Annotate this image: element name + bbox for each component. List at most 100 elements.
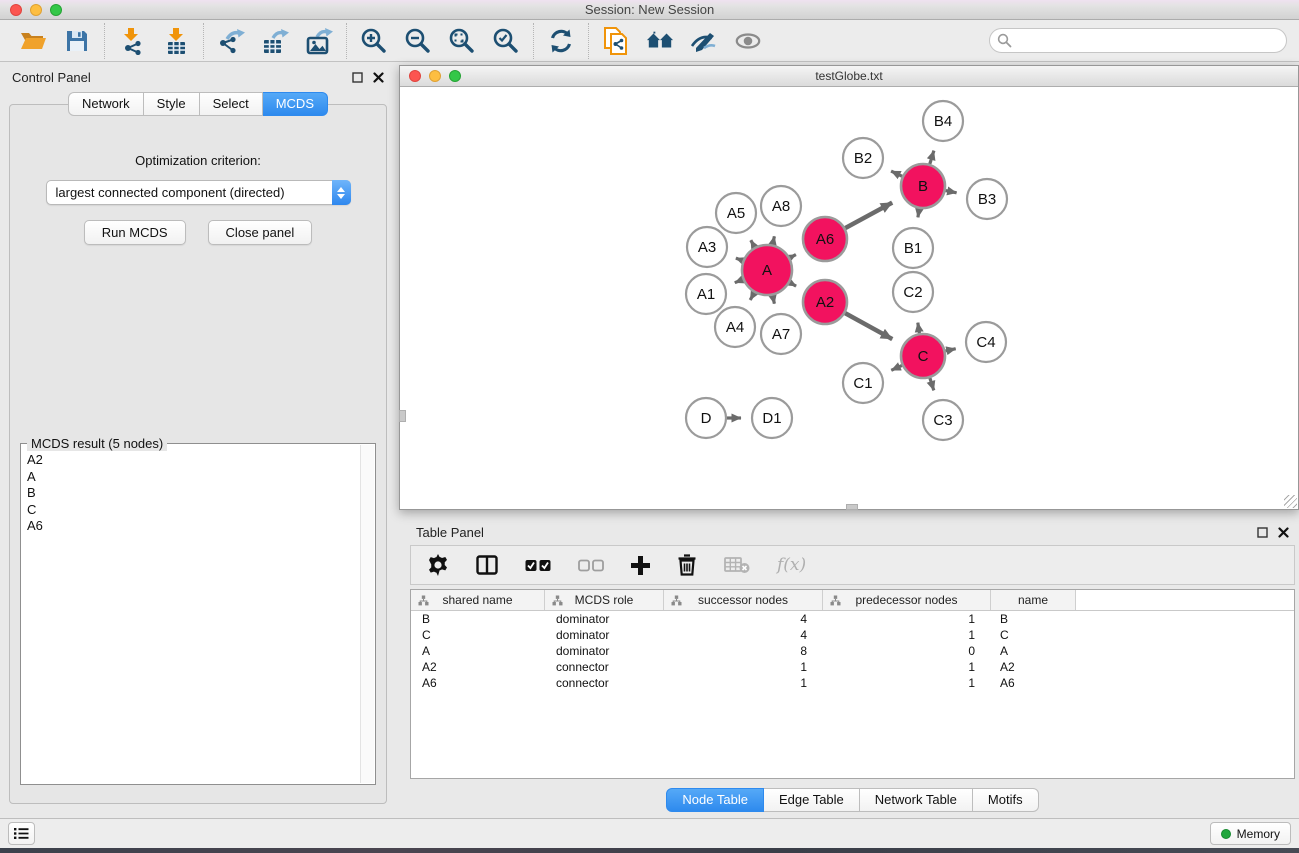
export-table-icon[interactable] bbox=[261, 27, 289, 55]
select-all-checkboxes-icon[interactable] bbox=[525, 559, 551, 572]
network-graph[interactable]: B4B2BB3A5A8A6B1A3AC2A1A2A4A7C4CC1C3DD1 bbox=[400, 87, 1298, 509]
graph-edge-C-C1[interactable] bbox=[891, 365, 902, 370]
tab-network[interactable]: Network bbox=[68, 92, 144, 116]
criterion-select[interactable]: largest connected component (directed) bbox=[46, 180, 351, 205]
graph-edge-A6-B[interactable] bbox=[845, 203, 892, 229]
zoom-in-icon[interactable] bbox=[360, 27, 388, 55]
network-minimize-button[interactable] bbox=[429, 70, 441, 82]
zoom-out-icon[interactable] bbox=[404, 27, 432, 55]
graph-node-A8[interactable]: A8 bbox=[761, 186, 801, 226]
window-edge-handle[interactable] bbox=[846, 504, 858, 510]
graph-node-C2[interactable]: C2 bbox=[893, 272, 933, 312]
graph-edge-A-A8[interactable] bbox=[773, 236, 775, 244]
table-row[interactable]: Adominator80A bbox=[411, 643, 1294, 659]
column-header-successor-nodes[interactable]: successor nodes bbox=[664, 590, 823, 610]
mcds-result-item[interactable]: A bbox=[27, 469, 373, 486]
eye-icon[interactable] bbox=[734, 27, 762, 55]
result-scrollbar[interactable] bbox=[360, 445, 374, 783]
graph-edge-A-A6[interactable] bbox=[790, 255, 796, 258]
table-row[interactable]: Bdominator41B bbox=[411, 611, 1294, 627]
graph-edge-A2-C[interactable] bbox=[845, 313, 892, 339]
graph-edge-B-B2[interactable] bbox=[891, 171, 902, 176]
graph-node-C4[interactable]: C4 bbox=[966, 322, 1006, 362]
refresh-icon[interactable] bbox=[547, 27, 575, 55]
search-input[interactable] bbox=[1016, 33, 1279, 48]
graph-edge-B-B3[interactable] bbox=[946, 191, 957, 193]
graph-edge-A-A2[interactable] bbox=[790, 283, 796, 287]
tab-network-table[interactable]: Network Table bbox=[860, 788, 973, 812]
graph-edge-A-A3[interactable] bbox=[736, 258, 743, 261]
tab-motifs[interactable]: Motifs bbox=[973, 788, 1039, 812]
export-network-icon[interactable] bbox=[217, 27, 245, 55]
delete-table-icon[interactable] bbox=[724, 556, 750, 574]
open-session-icon[interactable] bbox=[19, 27, 47, 55]
column-header-shared-name[interactable]: shared name bbox=[411, 590, 545, 610]
delete-column-trash-icon[interactable] bbox=[677, 554, 697, 576]
network-window-titlebar[interactable]: testGlobe.txt bbox=[400, 66, 1298, 87]
graph-node-A2[interactable]: A2 bbox=[803, 280, 847, 324]
zoom-fit-icon[interactable] bbox=[448, 27, 476, 55]
float-panel-icon[interactable] bbox=[352, 72, 363, 83]
table-settings-gear-icon[interactable] bbox=[427, 554, 449, 576]
graph-node-B4[interactable]: B4 bbox=[923, 101, 963, 141]
network-close-button[interactable] bbox=[409, 70, 421, 82]
graph-edge-C-C4[interactable] bbox=[946, 349, 956, 351]
graph-node-A1[interactable]: A1 bbox=[686, 274, 726, 314]
task-history-button[interactable] bbox=[8, 822, 35, 845]
graph-edge-A-A1[interactable] bbox=[735, 280, 743, 283]
tab-style[interactable]: Style bbox=[144, 92, 200, 116]
float-panel-icon[interactable] bbox=[1257, 527, 1268, 538]
graph-node-B[interactable]: B bbox=[901, 164, 945, 208]
close-panel-icon[interactable] bbox=[1278, 527, 1289, 538]
function-builder-icon[interactable]: f(x) bbox=[777, 555, 806, 575]
graph-node-C3[interactable]: C3 bbox=[923, 400, 963, 440]
tab-mcds[interactable]: MCDS bbox=[263, 92, 328, 116]
close-panel-icon[interactable] bbox=[373, 72, 384, 83]
minimize-window-button[interactable] bbox=[30, 4, 42, 16]
graph-node-A[interactable]: A bbox=[742, 245, 792, 295]
deselect-all-checkboxes-icon[interactable] bbox=[578, 559, 604, 572]
graph-node-C1[interactable]: C1 bbox=[843, 363, 883, 403]
new-network-from-selection-icon[interactable] bbox=[602, 27, 630, 55]
table-row[interactable]: A2connector11A2 bbox=[411, 659, 1294, 675]
graph-edge-A-A5[interactable] bbox=[751, 240, 755, 247]
import-table-icon[interactable] bbox=[162, 27, 190, 55]
window-edge-handle[interactable] bbox=[399, 410, 406, 422]
graph-edge-B-B1[interactable] bbox=[918, 209, 919, 218]
network-canvas[interactable]: B4B2BB3A5A8A6B1A3AC2A1A2A4A7C4CC1C3DD1 bbox=[400, 87, 1298, 509]
graph-node-A7[interactable]: A7 bbox=[761, 314, 801, 354]
add-column-icon[interactable] bbox=[631, 556, 650, 575]
zoom-window-button[interactable] bbox=[50, 4, 62, 16]
column-header-name[interactable]: name bbox=[991, 590, 1076, 610]
resize-grip-icon[interactable] bbox=[1284, 495, 1297, 508]
table-row[interactable]: A6connector11A6 bbox=[411, 675, 1294, 691]
memory-button[interactable]: Memory bbox=[1210, 822, 1291, 845]
import-network-icon[interactable] bbox=[118, 27, 146, 55]
tab-select[interactable]: Select bbox=[200, 92, 263, 116]
graph-node-A4[interactable]: A4 bbox=[715, 307, 755, 347]
tab-node-table[interactable]: Node Table bbox=[666, 788, 764, 812]
search-box[interactable] bbox=[989, 28, 1287, 53]
graph-edge-B-B4[interactable] bbox=[930, 151, 934, 164]
tab-edge-table[interactable]: Edge Table bbox=[764, 788, 860, 812]
mcds-result-item[interactable]: C bbox=[27, 502, 373, 519]
graph-node-D[interactable]: D bbox=[686, 398, 726, 438]
graph-edge-C-C2[interactable] bbox=[918, 323, 920, 334]
graph-node-B3[interactable]: B3 bbox=[967, 179, 1007, 219]
column-header-predecessor-nodes[interactable]: predecessor nodes bbox=[823, 590, 991, 610]
run-mcds-button[interactable]: Run MCDS bbox=[84, 220, 186, 245]
show-columns-icon[interactable] bbox=[476, 555, 498, 575]
mcds-result-box[interactable]: MCDS result (5 nodes) A2ABCA6 bbox=[20, 443, 376, 785]
eye-pen-icon[interactable] bbox=[690, 27, 718, 55]
mcds-result-item[interactable]: A2 bbox=[27, 452, 373, 469]
mcds-result-item[interactable]: A6 bbox=[27, 518, 373, 535]
graph-node-D1[interactable]: D1 bbox=[752, 398, 792, 438]
graph-edge-C-C3[interactable] bbox=[930, 378, 934, 390]
graph-edge-A-A4[interactable] bbox=[750, 293, 754, 300]
two-houses-icon[interactable] bbox=[646, 27, 674, 55]
network-zoom-button[interactable] bbox=[449, 70, 461, 82]
graph-node-A6[interactable]: A6 bbox=[803, 217, 847, 261]
table-row[interactable]: Cdominator41C bbox=[411, 627, 1294, 643]
graph-node-C[interactable]: C bbox=[901, 334, 945, 378]
graph-node-B1[interactable]: B1 bbox=[893, 228, 933, 268]
